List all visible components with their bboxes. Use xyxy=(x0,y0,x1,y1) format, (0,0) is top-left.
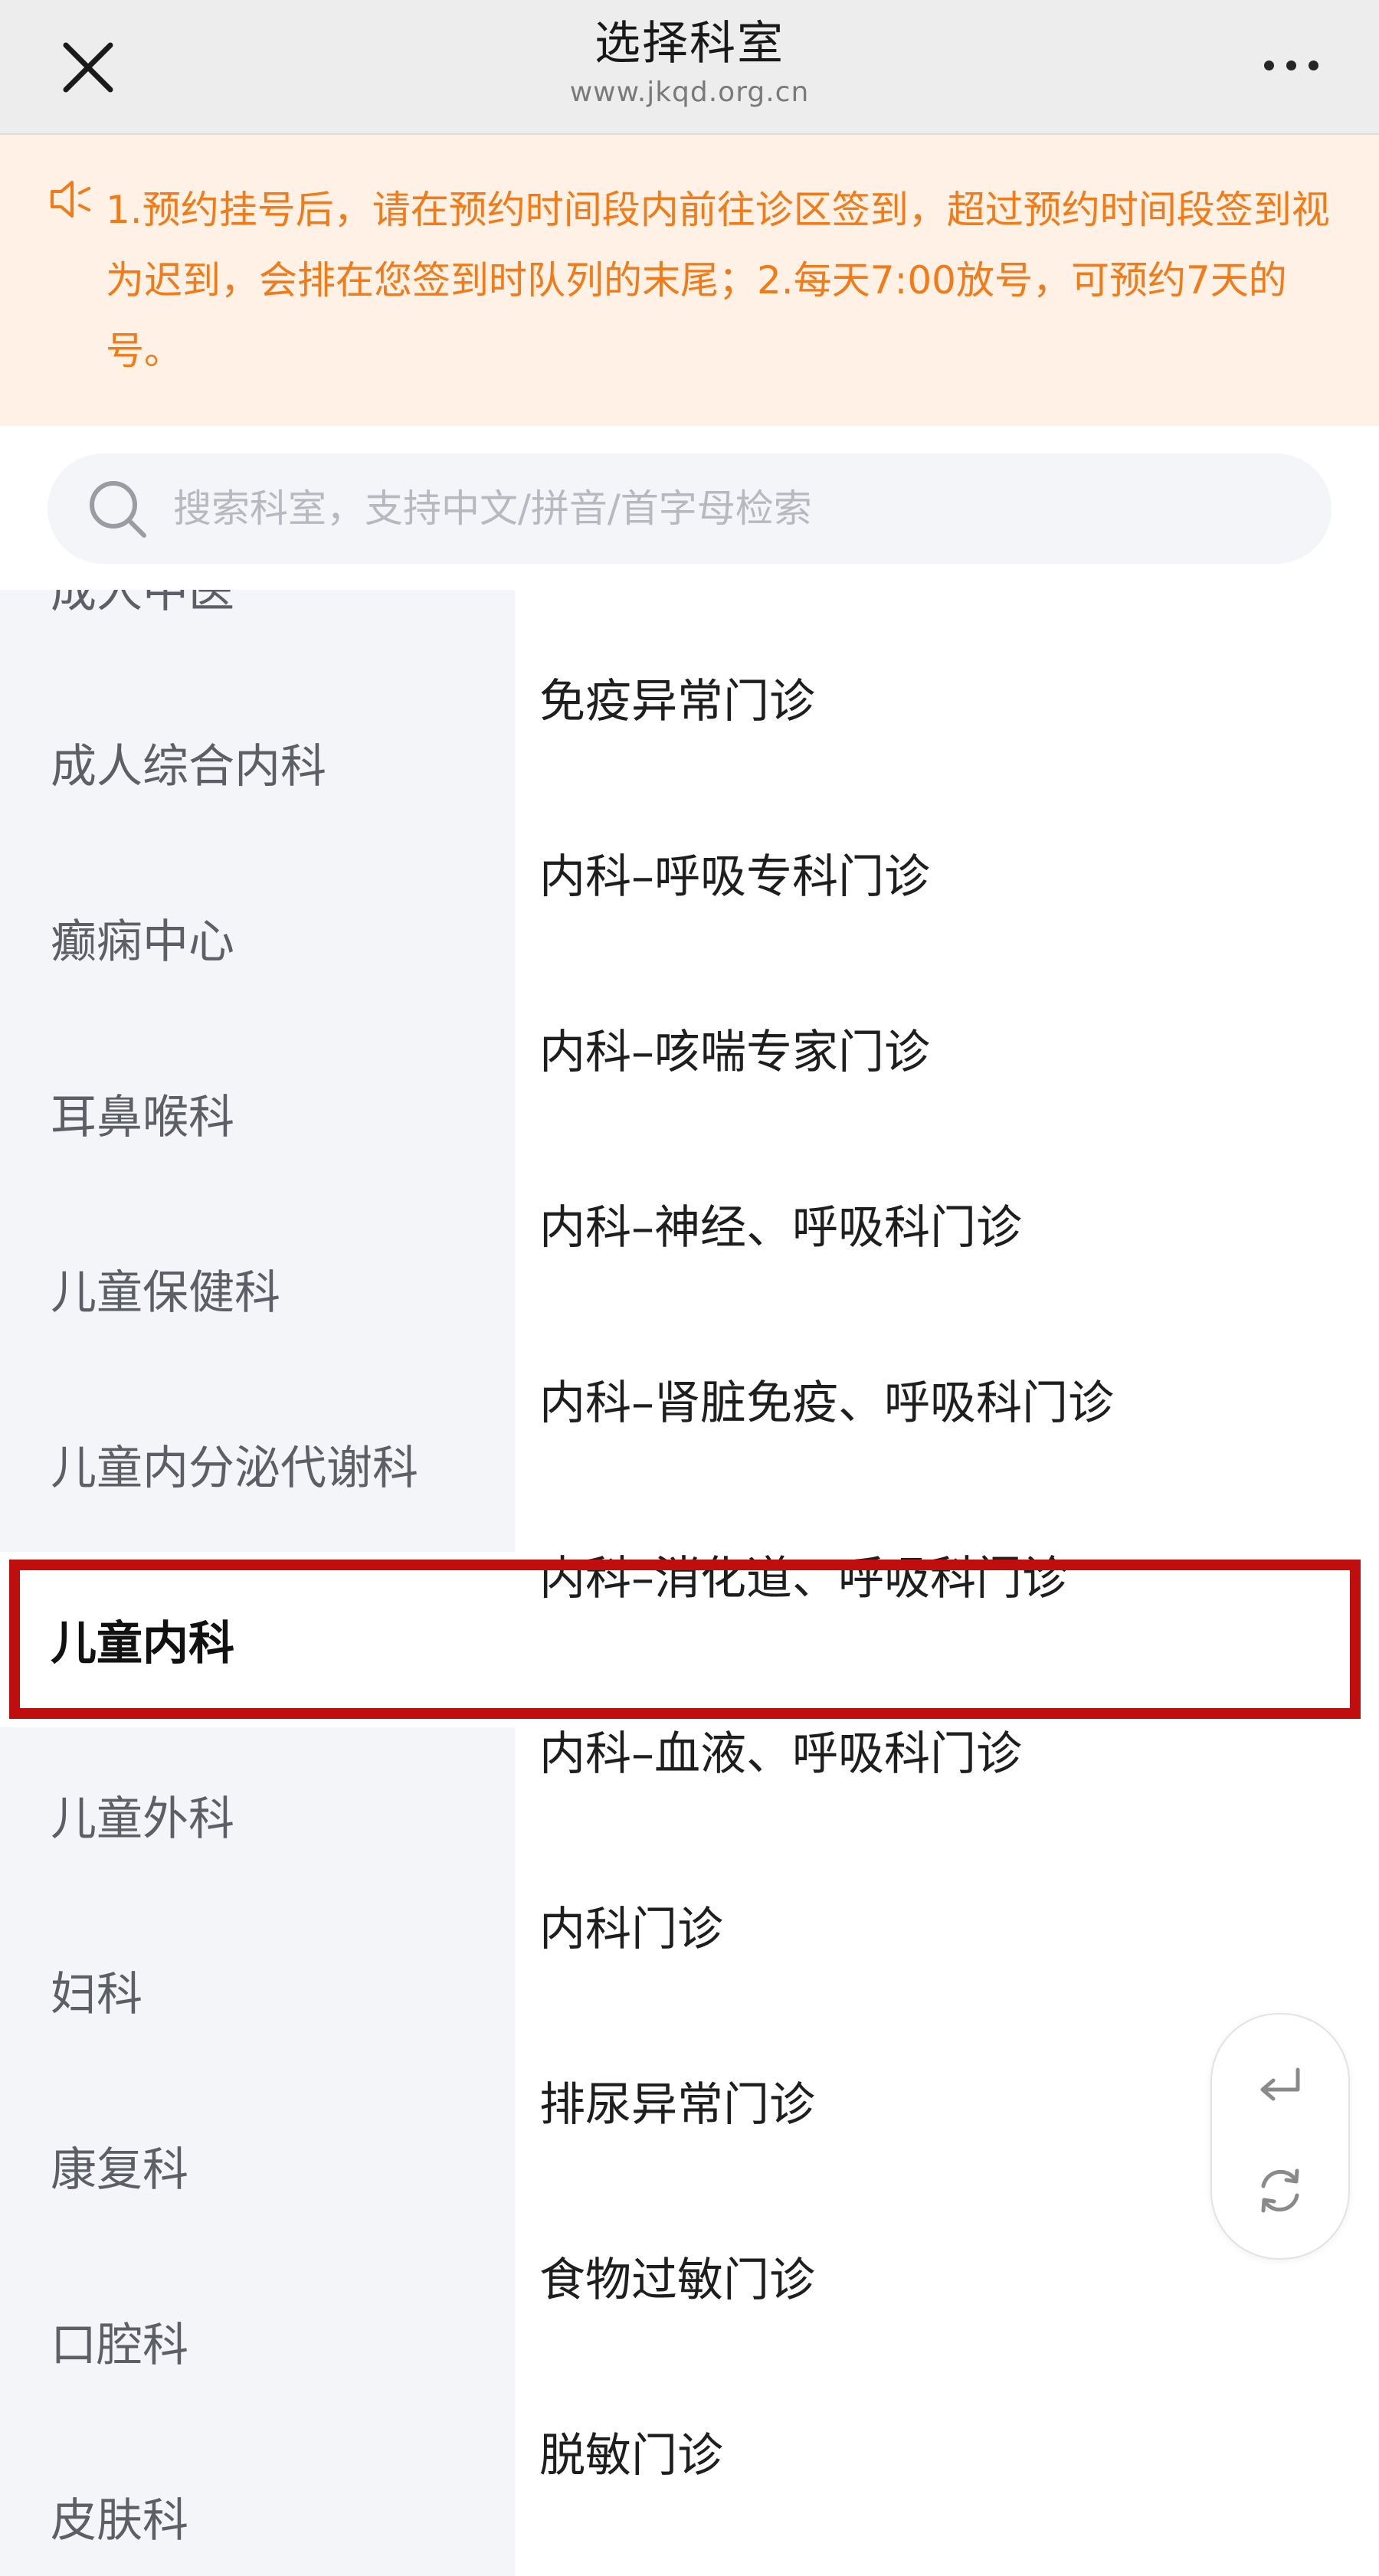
department-item[interactable]: 脱敏门诊 xyxy=(515,2425,1379,2576)
category-item[interactable]: 儿童保健科 xyxy=(0,1201,515,1376)
page-title: 选择科室 xyxy=(595,17,784,70)
department-item[interactable]: 内科–血液、呼吸科门诊 xyxy=(515,1723,1379,1899)
department-item[interactable]: 内科–神经、呼吸科门诊 xyxy=(515,1197,1379,1373)
search-box[interactable] xyxy=(47,453,1332,564)
category-item[interactable]: 癫痫中心 xyxy=(0,850,515,1026)
department-item[interactable]: 内科–肾脏免疫、呼吸科门诊 xyxy=(515,1373,1379,1548)
refresh-icon[interactable] xyxy=(1212,2145,1348,2237)
category-list: 成人中医 成人综合内科 癫痫中心 耳鼻喉科 儿童保健科 儿童内分泌代谢科 儿童内科 儿童外科妇… xyxy=(0,590,515,2576)
category-item[interactable]: 康复科 xyxy=(0,2078,515,2254)
category-sidebar[interactable]: 成人中医 成人综合内科 癫痫中心 耳鼻喉科 儿童保健科 儿童内分泌代谢科 儿童内科 儿童外科妇… xyxy=(0,590,515,2576)
department-list: 免疫异常门诊 内科–呼吸专科门诊 内科–咳喘专家门诊 内科–神经、呼吸科门诊 内科–肾脏… xyxy=(515,671,1379,2576)
category-item[interactable]: 成人中医 xyxy=(0,590,515,675)
return-arrow-icon[interactable] xyxy=(1212,2041,1348,2132)
search-area xyxy=(0,426,1379,590)
department-item[interactable]: 内科–呼吸专科门诊 xyxy=(515,846,1379,1022)
category-item[interactable]: 妇科 xyxy=(0,1903,515,2078)
category-item[interactable]: 成人综合内科 xyxy=(0,675,515,850)
more-dots-icon[interactable] xyxy=(1241,31,1341,100)
category-item[interactable]: 耳鼻喉科 xyxy=(0,1026,515,1201)
search-input[interactable] xyxy=(172,470,1332,548)
top-nav-bar: 选择科室 www.jkqd.org.cn xyxy=(0,0,1379,135)
department-item[interactable]: 内科–消化道、呼吸科门诊 xyxy=(515,1548,1379,1723)
category-item[interactable]: 皮肤科 xyxy=(0,2429,515,2576)
page-url: www.jkqd.org.cn xyxy=(569,77,810,108)
department-item[interactable]: 内科–咳喘专家门诊 xyxy=(515,1022,1379,1197)
category-item-selected[interactable]: 儿童内科 xyxy=(0,1552,515,1727)
notice-banner: 1.预约挂号后，请在预约时间段内前往诊区签到，超过预约时间段签到视为迟到，会排在… xyxy=(0,135,1379,426)
speaker-icon xyxy=(47,178,93,224)
category-item[interactable]: 儿童外科 xyxy=(0,1727,515,1903)
department-item[interactable]: 免疫异常门诊 xyxy=(515,671,1379,846)
department-item[interactable]: 食物过敏门诊 xyxy=(515,2250,1379,2425)
category-item[interactable]: 儿童内分泌代谢科 xyxy=(0,1376,515,1552)
search-icon xyxy=(90,481,146,538)
floating-action-pill xyxy=(1210,2013,1350,2260)
notice-text: 1.预约挂号后，请在预约时间段内前往诊区签到，超过预约时间段签到视为迟到，会排在… xyxy=(106,188,1330,373)
category-item[interactable]: 口腔科 xyxy=(0,2254,515,2429)
department-panel[interactable]: 免疫异常门诊 内科–呼吸专科门诊 内科–咳喘专家门诊 内科–神经、呼吸科门诊 内科–肾脏… xyxy=(515,590,1379,2576)
